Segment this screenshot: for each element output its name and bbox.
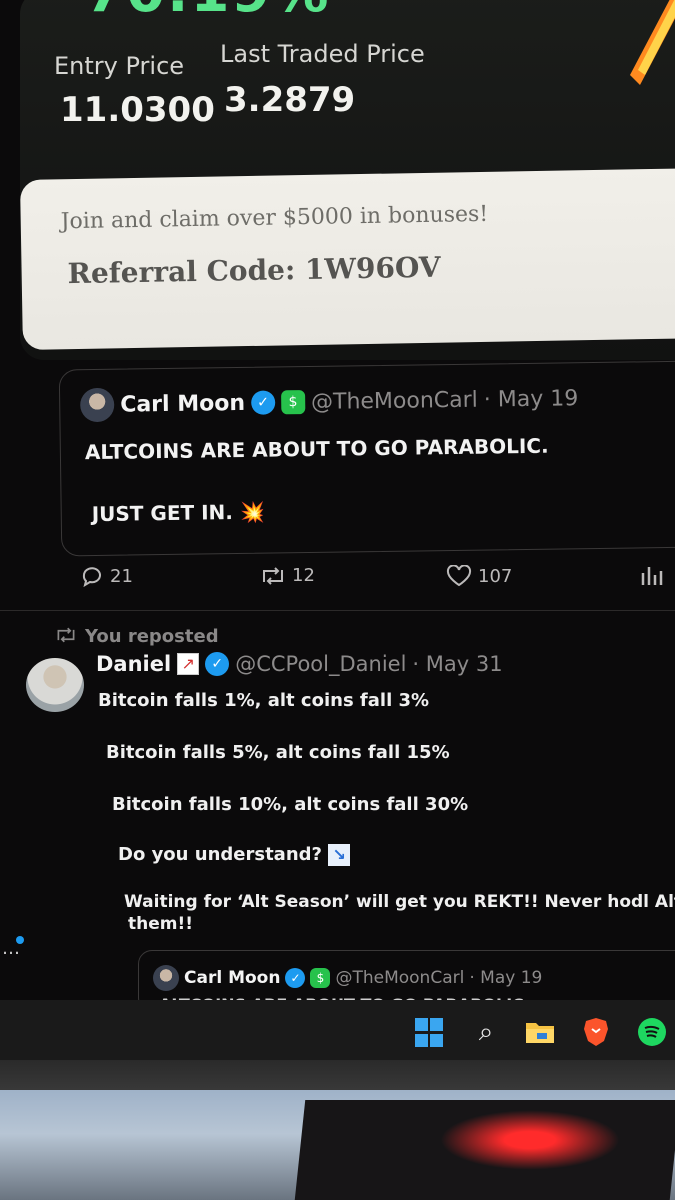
folder-icon[interactable] [524, 1016, 556, 1048]
post-text-line: Bitcoin falls 1%, alt coins fall 3% [98, 690, 430, 711]
post-date: · May 19 [483, 385, 579, 413]
quoted-post-header: Carl Moon ✓ $ @TheMoonCarl · May 19 [79, 381, 579, 423]
post-text-line: Bitcoin falls 10%, alt coins fall 30% [112, 794, 469, 815]
taskbar: ⌕ [0, 1000, 675, 1060]
repost-button[interactable]: 12 [260, 565, 315, 586]
post-actions: 21 12 107 [80, 565, 675, 595]
heart-icon [446, 565, 472, 587]
author-handle[interactable]: @TheMoonCarl [311, 387, 478, 414]
post-text-line: ALTCOINS ARE ABOUT TO GO PARABOLIC. [84, 433, 549, 465]
burst-emoji: 💥 [239, 499, 265, 524]
reply-button[interactable]: 21 [80, 565, 133, 587]
avatar[interactable] [79, 387, 115, 423]
notification-dot [16, 936, 24, 944]
post-text-line: JUST GET IN. 💥 [92, 500, 265, 526]
monitor-screen: -70.19% Entry Price Last Traded Price 11… [0, 0, 675, 1060]
reposted-label: You reposted [85, 626, 219, 647]
post-text-line: Bitcoin falls 5%, alt coins fall 15% [106, 742, 450, 763]
search-icon[interactable]: ⌕ [470, 1016, 502, 1048]
repost-icon [57, 627, 75, 643]
post-date: · May 19 [469, 968, 543, 988]
spotify-icon[interactable] [636, 1016, 668, 1048]
windows-start-icon[interactable] [414, 1016, 444, 1048]
views-button[interactable] [640, 565, 664, 587]
last-price-label: Last Traded Price [220, 40, 425, 68]
repost-icon [263, 566, 283, 585]
repost-indicator: You reposted [55, 626, 219, 647]
trade-card: -70.19% Entry Price Last Traded Price 11… [20, 0, 675, 360]
like-button[interactable]: 107 [446, 565, 512, 587]
post-text: JUST GET IN. [91, 500, 234, 527]
post-text-line: Waiting for ‘Alt Season’ will get you RE… [124, 892, 675, 912]
pnl-percent: -70.19% [60, 0, 330, 25]
brave-browser-icon[interactable] [580, 1016, 612, 1048]
verified-badge-icon: ✓ [285, 968, 306, 988]
author-name[interactable]: Carl Moon [184, 968, 280, 988]
promo-join-text: Join and claim over $5000 in bonuses! [60, 201, 489, 235]
reply-icon [82, 567, 101, 587]
author-handle[interactable]: @CCPool_Daniel [235, 652, 406, 676]
green-badge-icon: $ [310, 968, 331, 988]
like-count: 107 [478, 565, 513, 587]
post-header: Daniel ↗ ✓ @CCPool_Daniel · May 31 [96, 652, 503, 676]
author-name[interactable]: Daniel [96, 652, 171, 676]
quoted-post[interactable]: Carl Moon ✓ $ @TheMoonCarl · May 19 ALTC… [58, 360, 675, 557]
post-date: · May 31 [412, 652, 503, 676]
referral-code: Referral Code: 1W96OV [67, 250, 441, 291]
entry-price-label: Entry Price [54, 52, 185, 80]
chart-increasing-icon: ↗ [177, 653, 200, 675]
promo-banner: Join and claim over $5000 in bonuses! Re… [20, 167, 675, 350]
verified-badge-icon: ✓ [205, 652, 230, 676]
entry-price-value: 11.0300 [60, 90, 215, 130]
avatar[interactable] [153, 965, 179, 991]
reply-count: 21 [110, 565, 133, 587]
rgb-light [440, 1110, 620, 1170]
post-text-line: Do you understand? ↘ [118, 844, 351, 866]
chart-decreasing-icon: ↘ [328, 844, 351, 866]
repost-count: 12 [292, 565, 315, 586]
author-handle[interactable]: @TheMoonCarl [335, 968, 464, 988]
nested-post-header: Carl Moon ✓ $ @TheMoonCarl · May 19 [153, 965, 542, 991]
green-badge-icon: $ [280, 390, 306, 415]
author-name[interactable]: Carl Moon [120, 390, 245, 417]
post-text-line: them!! [128, 914, 193, 934]
last-price-value: 3.2879 [224, 80, 356, 120]
post-text: Do you understand? [118, 844, 322, 865]
divider [0, 610, 675, 611]
avatar[interactable] [26, 658, 84, 712]
analytics-icon [641, 567, 663, 585]
verified-badge-icon: ✓ [250, 390, 276, 415]
flame-icon [630, 0, 675, 85]
